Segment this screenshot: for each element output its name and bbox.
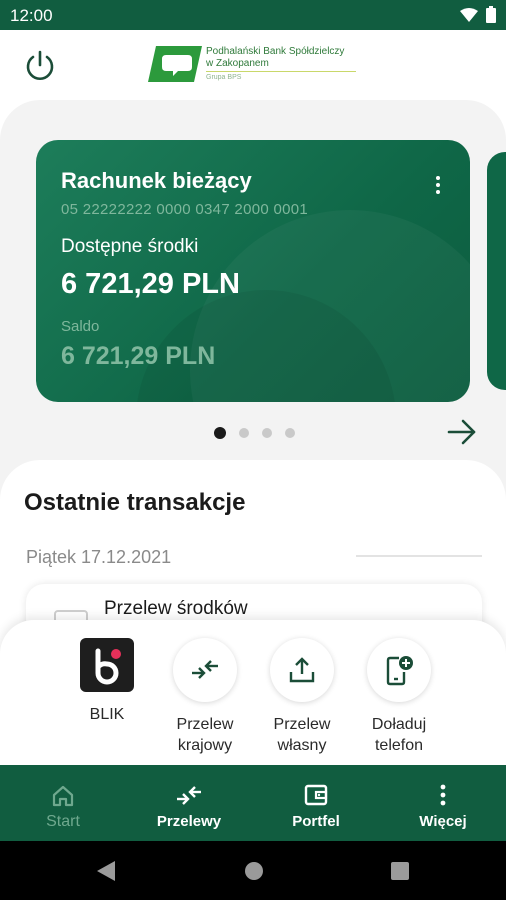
- nav-start[interactable]: Start: [0, 765, 126, 841]
- quick-actions-panel: BLIK Przelew krajowy Przelew własny Doła…: [0, 620, 506, 766]
- blik-icon: [80, 638, 134, 692]
- balance-label: Saldo: [61, 318, 100, 335]
- transaction-label: Przelew środków: [104, 598, 248, 619]
- nav-wallet-label: Portfel: [292, 813, 340, 830]
- date-divider: [356, 555, 482, 557]
- transactions-title: Ostatnie transakcje: [24, 489, 246, 516]
- blik-label: BLIK: [89, 706, 125, 723]
- nav-transfers-label: Przelewy: [156, 813, 222, 830]
- quick-action-blik[interactable]: BLIK: [57, 638, 157, 725]
- next-card-preview[interactable]: [487, 152, 506, 390]
- wallet-icon: [304, 784, 328, 806]
- arrow-right-icon[interactable]: [446, 418, 478, 446]
- domestic-transfer-label-2: krajowy: [177, 737, 233, 754]
- more-vertical-icon[interactable]: [434, 176, 442, 198]
- phone-topup-label-1: Doładuj: [371, 716, 427, 733]
- own-transfer-label-1: Przelew: [273, 716, 331, 733]
- account-card[interactable]: Rachunek bieżący 05 22222222 0000 0347 2…: [36, 140, 470, 402]
- upload-icon: [289, 657, 315, 683]
- account-title: Rachunek bieżący: [61, 168, 252, 193]
- logo-line2: w Zakopanem: [206, 58, 269, 69]
- status-bar: 12:00: [0, 0, 506, 30]
- own-transfer-label-2: własny: [277, 737, 327, 754]
- available-funds-value: 6 721,29 PLN: [61, 268, 240, 300]
- bottom-navigation: Start Przelewy Portfel Więcej: [0, 765, 506, 841]
- home-circle-icon[interactable]: [244, 861, 264, 881]
- transfer-arrows-icon: [192, 660, 218, 679]
- pager-dot[interactable]: [262, 428, 272, 438]
- status-icons: [460, 6, 496, 23]
- domestic-transfer-label-1: Przelew: [176, 716, 234, 733]
- phone-topup-label-2: telefon: [374, 737, 424, 754]
- bank-logo: Podhalański Bank Spółdzielczy w Zakopane…: [148, 44, 368, 88]
- nav-wallet[interactable]: Portfel: [253, 765, 379, 841]
- transactions-date: Piątek 17.12.2021: [26, 547, 172, 567]
- quick-action-own-transfer[interactable]: Przelew własny: [252, 638, 352, 756]
- logo-divider: [206, 71, 356, 72]
- transfer-arrows-icon: [177, 786, 201, 805]
- wifi-icon: [460, 7, 478, 22]
- nav-start-label: Start: [46, 813, 80, 830]
- logo-line1: Podhalański Bank Spółdzielczy: [206, 46, 345, 57]
- nav-transfers[interactable]: Przelewy: [126, 765, 252, 841]
- available-funds-label: Dostępne środki: [61, 236, 199, 257]
- more-vertical-icon: [440, 784, 446, 806]
- power-icon[interactable]: [22, 48, 58, 84]
- status-time: 12:00: [10, 6, 53, 25]
- nav-more-label: Więcej: [419, 813, 467, 830]
- battery-icon: [486, 6, 496, 23]
- back-icon[interactable]: [97, 861, 115, 881]
- pager-dot[interactable]: [285, 428, 295, 438]
- system-navigation-bar: [0, 841, 506, 900]
- home-icon: [52, 785, 74, 807]
- pager-dot[interactable]: [239, 428, 249, 438]
- quick-action-phone-topup[interactable]: Doładuj telefon: [349, 638, 449, 756]
- quick-action-domestic-transfer[interactable]: Przelew krajowy: [155, 638, 255, 756]
- recents-icon[interactable]: [391, 862, 409, 880]
- logo-line3: Grupa BPS: [206, 74, 242, 81]
- account-number: 05 22222222 0000 0347 2000 0001: [61, 201, 309, 218]
- phone-topup-icon: [386, 656, 413, 686]
- card-pager: [214, 427, 295, 439]
- bank-logo-mark: [148, 46, 202, 82]
- balance-value: 6 721,29 PLN: [61, 342, 216, 370]
- pager-dot-active[interactable]: [214, 427, 226, 439]
- nav-more[interactable]: Więcej: [380, 765, 506, 841]
- app-header: Podhalański Bank Spółdzielczy w Zakopane…: [0, 30, 506, 102]
